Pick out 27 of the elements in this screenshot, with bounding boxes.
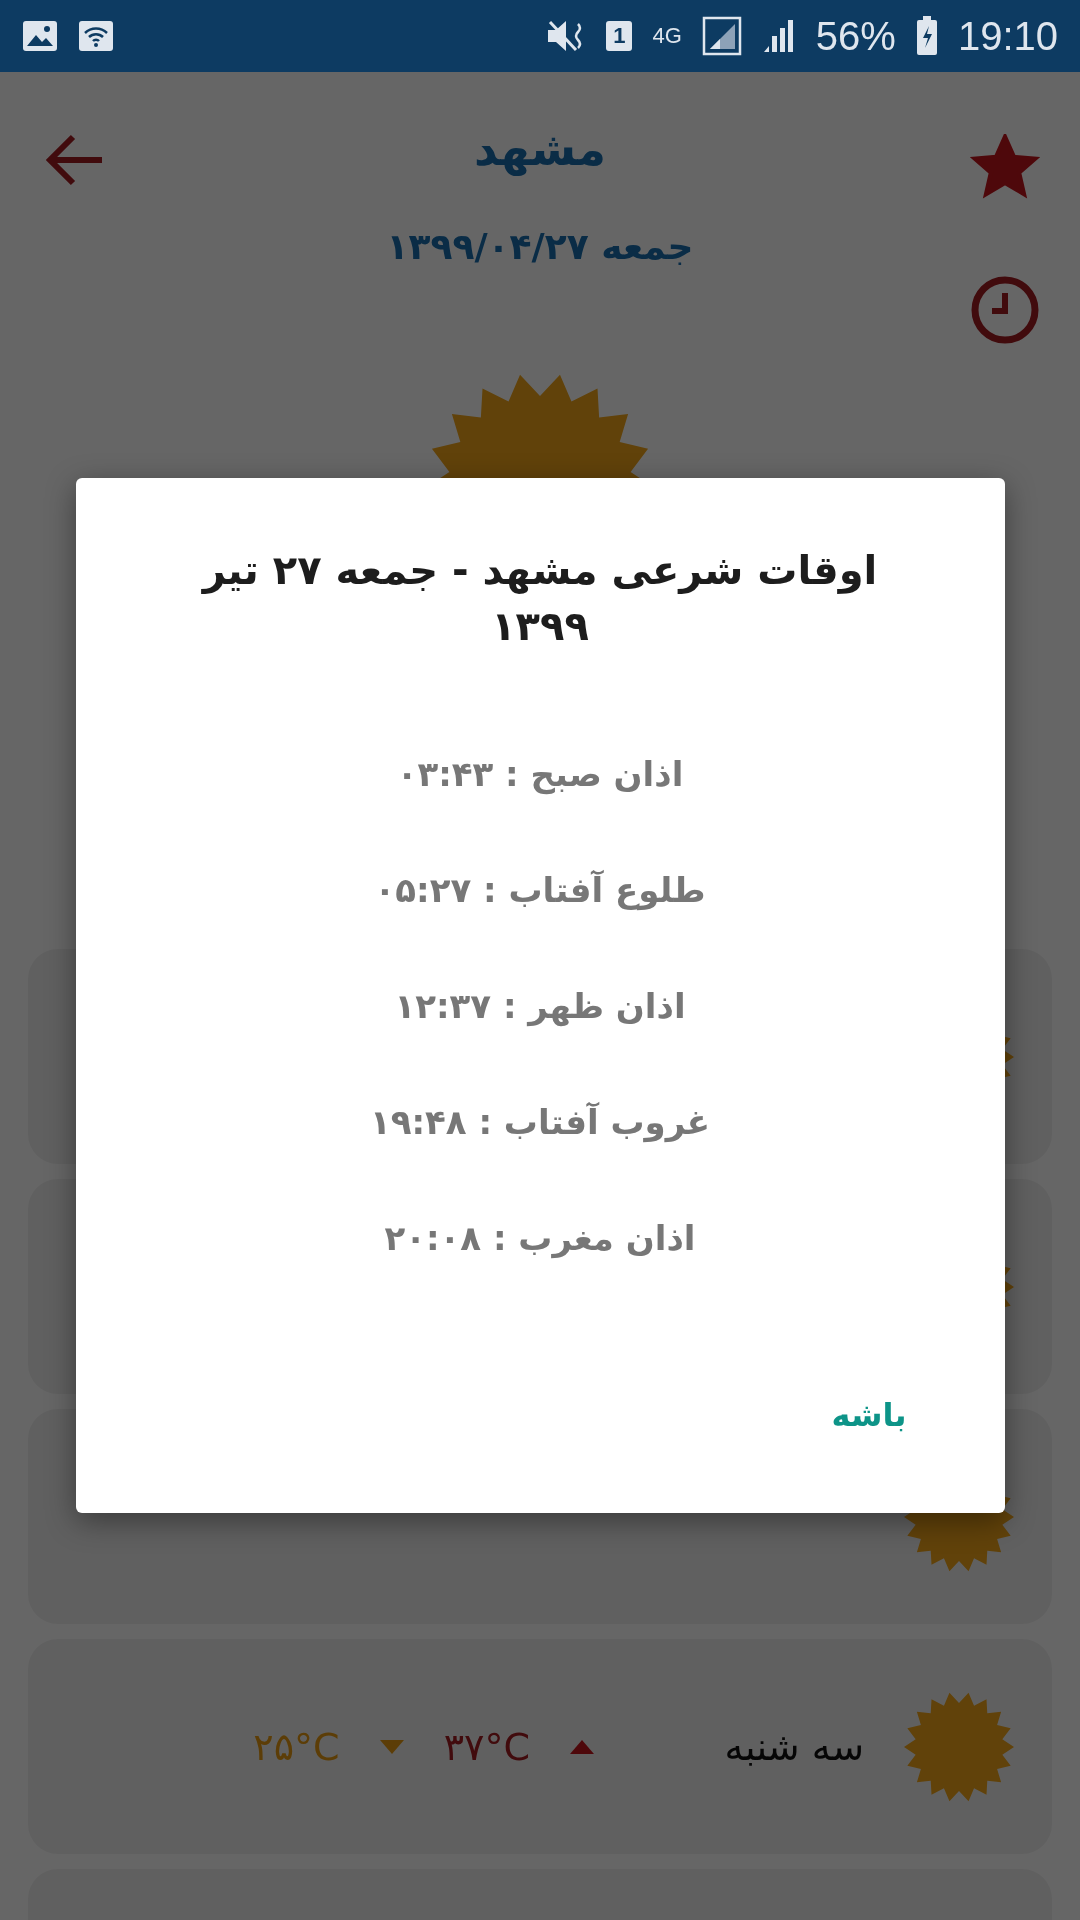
low-temperature: ۲۵°C: [253, 1724, 340, 1769]
dialog-title: اوقات شرعی مشهد - جمعه ۲۷ تیر ۱۳۹۹: [200, 546, 879, 651]
high-temperature: ۳۷°C: [443, 1724, 530, 1769]
image-icon: [22, 20, 58, 52]
battery-charging-icon: [915, 16, 938, 56]
prayer-time: غروب آفتاب : ۱۹:۴۸: [369, 1102, 711, 1142]
battery-percent: 56%: [815, 13, 896, 59]
signal-icon: [761, 18, 796, 54]
up-triangle-icon: [570, 1739, 594, 1754]
clock-icon[interactable]: [970, 275, 1040, 345]
network-type: 4G: [652, 23, 682, 49]
prayer-time: اذان صبح : ۰۳:۴۳: [396, 754, 684, 794]
prayer-time: طلوع آفتاب : ۰۵:۲۷: [374, 870, 706, 910]
clock-time: 19:10: [957, 13, 1058, 59]
date-label: جمعه ۱۳۹۹/۰۴/۲۷: [385, 226, 695, 267]
day-label: سه شنبه: [723, 1724, 864, 1769]
back-arrow-icon[interactable]: [45, 134, 105, 186]
city-title: مشهد: [472, 122, 608, 176]
ok-button[interactable]: باشه: [823, 1388, 915, 1442]
wifi-icon: [78, 20, 114, 52]
sim-indicator: 1: [606, 21, 633, 51]
signal-icon: [701, 16, 742, 56]
prayer-time: اذان ظهر : ۱۲:۳۷: [394, 986, 686, 1026]
down-triangle-icon: [379, 1739, 404, 1754]
sun-icon: [904, 1691, 1014, 1802]
star-icon[interactable]: [970, 134, 1040, 200]
prayer-time: اذان مغرب : ۲۰:۰۸: [384, 1218, 696, 1258]
